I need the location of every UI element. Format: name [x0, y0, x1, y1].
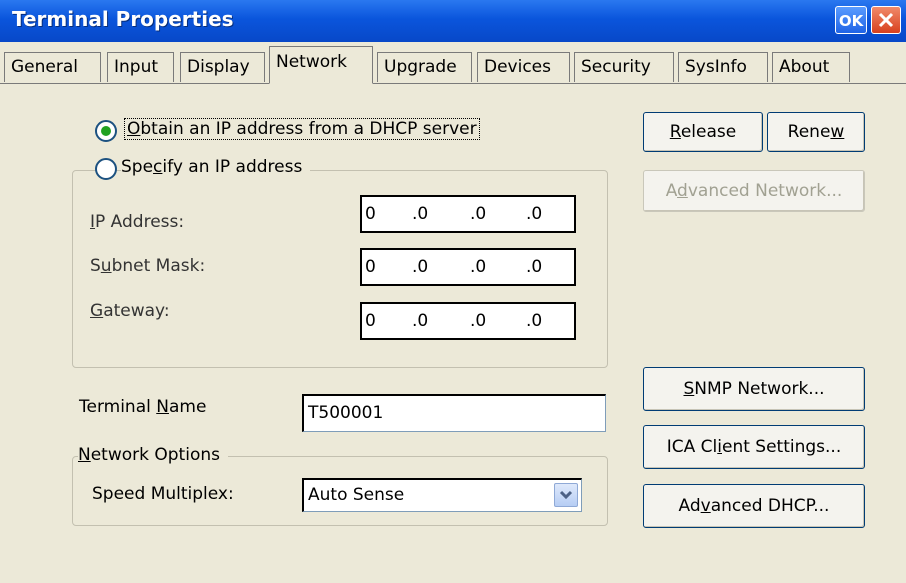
speed-multiplex-select[interactable]: Auto Sense: [302, 478, 582, 512]
ica-client-settings-button[interactable]: ICA Client Settings...: [643, 425, 865, 469]
dhcp-radio-label[interactable]: Obtain an IP address from a DHCP server: [124, 118, 480, 140]
close-button[interactable]: [871, 6, 901, 34]
tab-sysinfo[interactable]: SysInfo: [678, 52, 768, 82]
ok-button[interactable]: OK: [835, 6, 867, 34]
tab-devices[interactable]: Devices: [477, 52, 570, 82]
dhcp-radio[interactable]: [95, 120, 117, 142]
terminal-name-label: Terminal Name: [79, 397, 207, 417]
renew-button[interactable]: Renew: [767, 112, 865, 152]
terminal-name-input[interactable]: T500001: [302, 394, 606, 432]
network-options-label: Network Options: [78, 445, 228, 465]
subnet-mask-label: Subnet Mask:: [90, 256, 206, 276]
tab-strip: General Input Display Network Upgrade De…: [0, 42, 906, 84]
tab-about[interactable]: About: [772, 52, 850, 82]
tab-security[interactable]: Security: [574, 52, 674, 82]
tab-upgrade[interactable]: Upgrade: [377, 52, 472, 82]
tab-display[interactable]: Display: [180, 52, 265, 82]
window-title: Terminal Properties: [12, 7, 234, 31]
static-ip-radio[interactable]: [95, 158, 117, 180]
advanced-dhcp-button[interactable]: Advanced DHCP...: [643, 484, 865, 528]
subnet-mask-field[interactable]: 0 .0 .0 .0: [360, 248, 576, 286]
tab-general[interactable]: General: [4, 52, 101, 82]
gateway-field[interactable]: 0 .0 .0 .0: [360, 302, 576, 340]
speed-multiplex-label: Speed Multiplex:: [92, 484, 234, 504]
close-icon: [878, 12, 894, 28]
gateway-label: Gateway:: [90, 301, 170, 321]
title-bar: Terminal Properties OK: [0, 0, 906, 42]
release-button[interactable]: Release: [643, 112, 763, 152]
ip-address-field[interactable]: 0 .0 .0 .0: [360, 195, 576, 233]
tab-network[interactable]: Network: [269, 46, 373, 84]
dropdown-button[interactable]: [554, 483, 578, 507]
chevron-down-icon: [559, 490, 573, 500]
ip-address-label: IP Address:: [90, 212, 185, 232]
static-ip-radio-label[interactable]: Specify an IP address: [121, 157, 311, 177]
advanced-network-button[interactable]: Advanced Network...: [643, 170, 865, 212]
snmp-network-button[interactable]: SNMP Network...: [643, 367, 865, 411]
tab-input[interactable]: Input: [107, 52, 174, 82]
tab-panel-border: [0, 83, 906, 84]
